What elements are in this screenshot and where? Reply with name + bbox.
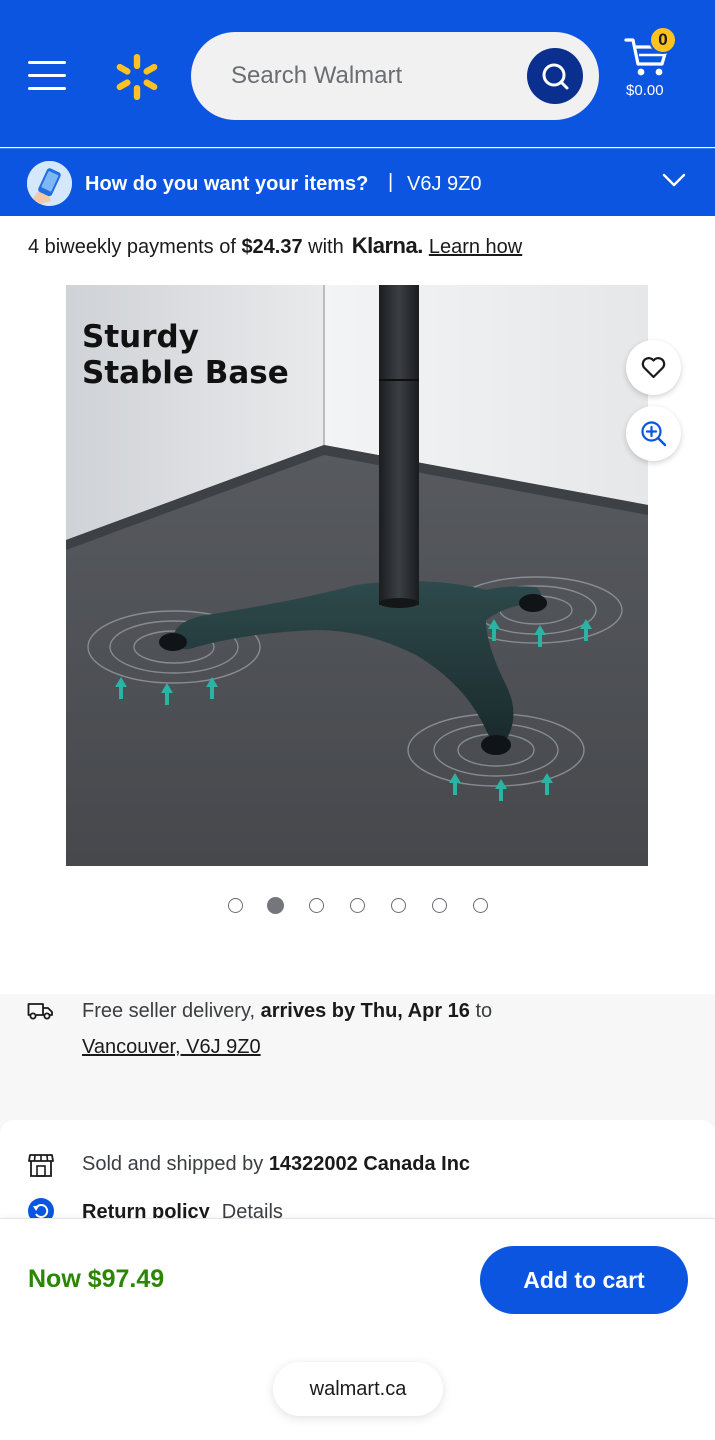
- carousel-dot[interactable]: [228, 898, 243, 913]
- menu-icon[interactable]: [28, 58, 68, 92]
- carousel-dot[interactable]: [473, 898, 488, 913]
- carousel-dot[interactable]: [309, 898, 324, 913]
- cart-button[interactable]: 0 $0.00: [620, 26, 680, 108]
- delivery-question: How do you want your items?: [85, 173, 369, 195]
- seller-prefix: Sold and shipped by: [82, 1153, 269, 1175]
- klarna-prefix: 4 biweekly payments of: [28, 236, 242, 258]
- product-image[interactable]: Sturdy Stable Base: [66, 285, 648, 866]
- klarna-payment-line: 4 biweekly payments of $24.37 with Klarna…: [28, 233, 522, 259]
- delivery-info-suffix: to: [469, 1000, 493, 1022]
- carousel-dot[interactable]: [391, 898, 406, 913]
- delivery-options-bar[interactable]: How do you want your items? | V6J 9Z0: [0, 148, 715, 216]
- heart-icon: [641, 357, 666, 379]
- carousel-dot[interactable]: [432, 898, 447, 913]
- favorite-button[interactable]: [626, 340, 681, 395]
- phone-hand-icon: [27, 161, 72, 206]
- add-to-cart-button[interactable]: Add to cart: [480, 1246, 688, 1314]
- image-caption: Sturdy Stable Base: [82, 319, 289, 391]
- search-icon: [542, 63, 569, 90]
- delivery-info-prefix: Free seller delivery,: [82, 1000, 261, 1022]
- truck-icon: [27, 1003, 53, 1020]
- zoom-in-icon: [641, 421, 667, 447]
- image-caption-line2: Stable Base: [82, 355, 289, 391]
- delivery-separator: |: [388, 171, 394, 193]
- delivery-postal-code: V6J 9Z0: [407, 173, 482, 195]
- klarna-with: with: [302, 236, 344, 258]
- cart-count-badge: 0: [649, 26, 677, 54]
- delivery-arrival-date: arrives by Thu, Apr 16: [260, 1000, 470, 1022]
- klarna-logo: Klarna.: [351, 233, 424, 258]
- zoom-button[interactable]: [626, 406, 681, 461]
- delivery-location-link[interactable]: Vancouver, V6J 9Z0: [82, 1036, 261, 1059]
- search-button[interactable]: [527, 48, 583, 104]
- klarna-amount: $24.37: [241, 236, 303, 258]
- seller-name[interactable]: 14322002 Canada Inc: [269, 1153, 470, 1175]
- browser-url-bar[interactable]: walmart.ca: [273, 1362, 443, 1416]
- search-placeholder: Search Walmart: [231, 62, 403, 89]
- cart-total: $0.00: [626, 82, 664, 99]
- current-price: Now $97.49: [28, 1265, 165, 1293]
- image-caption-line1: Sturdy: [82, 319, 199, 355]
- store-icon: [28, 1154, 54, 1177]
- seller-info: Sold and shipped by 14322002 Canada Inc: [82, 1153, 470, 1176]
- delivery-info: Free seller delivery, arrives by Thu, Ap…: [82, 1000, 492, 1023]
- carousel-dot[interactable]: [350, 898, 365, 913]
- carousel-dot-active[interactable]: [267, 897, 284, 914]
- top-header: Search Walmart 0 $0.00: [0, 0, 715, 147]
- chevron-down-icon[interactable]: [662, 172, 686, 188]
- search-input[interactable]: Search Walmart: [191, 32, 599, 120]
- walmart-spark-logo[interactable]: [112, 52, 162, 102]
- klarna-learn-how-link[interactable]: Learn how: [429, 236, 522, 258]
